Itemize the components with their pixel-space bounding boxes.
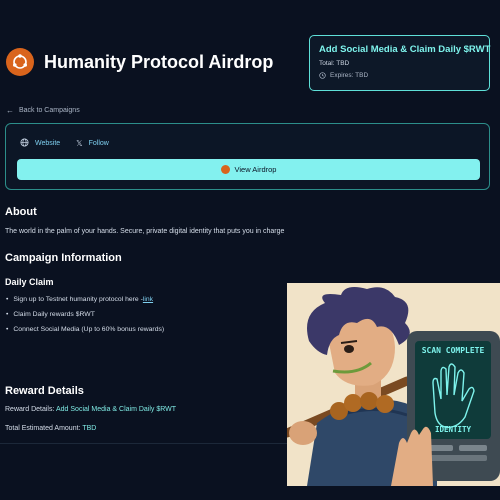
list-item: • Sign up to Testnet humanity protocol h… xyxy=(6,296,154,303)
promo-title: Add Social Media & Claim Daily $RWT xyxy=(319,44,491,55)
total-amount-row: Total Estimated Amount: TBD xyxy=(5,425,96,432)
follow-link[interactable]: 𝕏 Follow xyxy=(76,139,109,148)
view-airdrop-button[interactable]: View Airdrop xyxy=(17,159,480,180)
reward-heading: Reward Details xyxy=(5,385,84,397)
humanity-logo-icon xyxy=(220,165,230,174)
signup-link[interactable]: link xyxy=(143,296,153,303)
humanity-logo-icon xyxy=(6,48,34,76)
back-to-campaigns-link[interactable]: ← Back to Campaigns xyxy=(6,106,80,115)
links-panel: Website 𝕏 Follow View Airdrop xyxy=(5,123,490,190)
identity-text: IDENTITY xyxy=(435,425,472,434)
about-text: The world in the palm of your hands. Sec… xyxy=(5,228,285,235)
website-label: Website xyxy=(35,140,61,147)
promo-expires-text: Expires: TBD xyxy=(330,72,369,79)
follow-label: Follow xyxy=(88,140,109,147)
list-item-text: Claim Daily rewards $RWT xyxy=(13,311,95,318)
total-amount-label: Total Estimated Amount: xyxy=(5,425,81,432)
list-item-text: Connect Social Media (Up to 60% bonus re… xyxy=(13,326,165,333)
list-item: • Connect Social Media (Up to 60% bonus … xyxy=(6,326,165,333)
back-label: Back to Campaigns xyxy=(19,107,80,114)
list-item-text: Sign up to Testnet humanity protocol her… xyxy=(13,296,143,303)
clock-icon xyxy=(319,72,326,79)
promo-card[interactable]: Add Social Media & Claim Daily $RWT Tota… xyxy=(309,35,490,91)
reward-details-value[interactable]: Add Social Media & Claim Daily $RWT xyxy=(56,406,176,413)
scan-complete-text: SCAN COMPLETE xyxy=(422,346,485,355)
reward-details-row: Reward Details: Add Social Media & Claim… xyxy=(5,406,176,413)
social-links: Website 𝕏 Follow xyxy=(20,138,125,149)
promo-expires: Expires: TBD xyxy=(319,72,480,79)
daily-claim-heading: Daily Claim xyxy=(5,277,54,287)
website-link[interactable]: Website xyxy=(20,138,60,149)
list-item: • Claim Daily rewards $RWT xyxy=(6,311,95,318)
arrow-left-icon: ← xyxy=(6,106,14,115)
page-header: Humanity Protocol Airdrop xyxy=(6,48,273,76)
x-logo-icon: 𝕏 xyxy=(76,139,83,148)
campaign-illustration: SCAN COMPLETE IDENTITY xyxy=(287,283,500,486)
about-heading: About xyxy=(5,206,37,218)
globe-icon xyxy=(20,138,29,149)
view-airdrop-label: View Airdrop xyxy=(234,165,277,174)
page-title: Humanity Protocol Airdrop xyxy=(44,51,274,72)
promo-total: Total: TBD xyxy=(319,60,350,67)
claim-list: • Sign up to Testnet humanity protocol h… xyxy=(6,296,164,341)
total-amount-value: TBD xyxy=(82,425,97,432)
reward-details-label: Reward Details: xyxy=(5,406,55,413)
campaign-heading: Campaign Information xyxy=(5,252,122,264)
